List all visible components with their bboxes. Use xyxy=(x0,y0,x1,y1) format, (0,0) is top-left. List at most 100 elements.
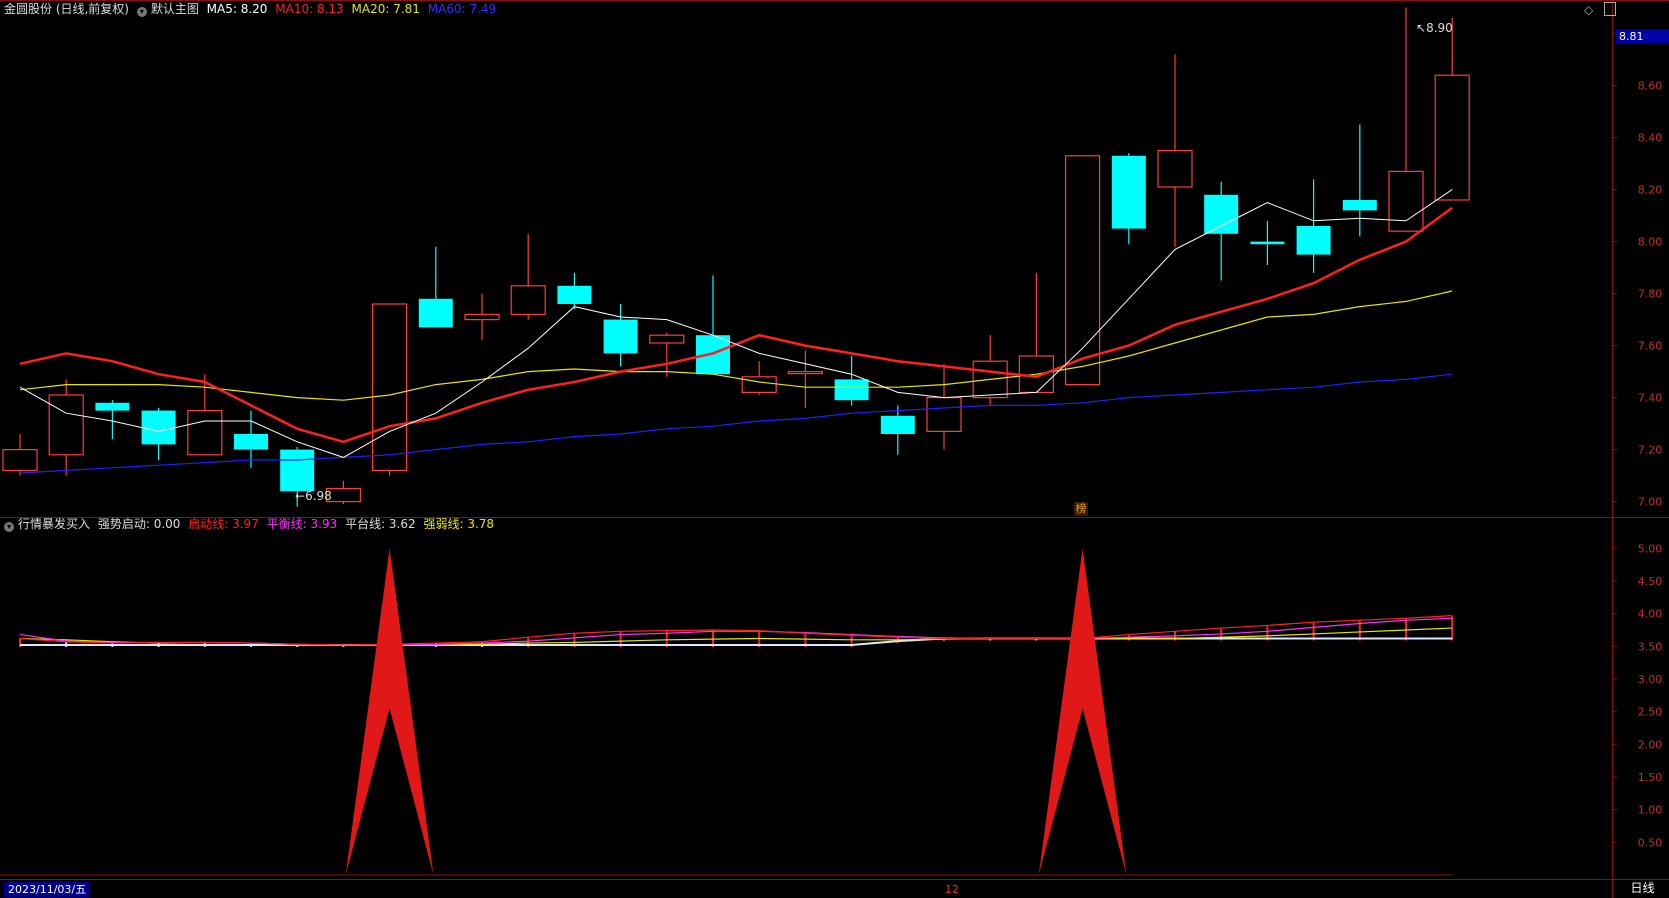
y-tick-label: 5.00 xyxy=(1638,542,1663,555)
candle xyxy=(1342,124,1377,237)
signal-spike xyxy=(1038,548,1127,875)
candle-body xyxy=(2,449,38,472)
ma10-line xyxy=(19,206,1453,444)
candle xyxy=(1250,220,1285,265)
signal-spike xyxy=(345,548,434,875)
ptx-legend: 平台线: 3.62 xyxy=(345,517,416,531)
y-tick-label: 0.50 xyxy=(1638,836,1663,849)
candle-body xyxy=(372,303,408,471)
candle xyxy=(787,350,824,408)
ma5-legend: MA5: 8.20 xyxy=(206,2,268,16)
chevron-down-icon[interactable]: ▾ xyxy=(136,7,147,17)
candle-body xyxy=(741,376,777,393)
candle-body xyxy=(557,285,592,304)
y-tick-label: 8.20 xyxy=(1638,184,1663,197)
candle-body xyxy=(187,410,223,456)
candle xyxy=(1388,7,1424,232)
candle xyxy=(1111,153,1146,245)
candle-body xyxy=(280,449,315,492)
qdqd-legend: 强势启动: 0.00 xyxy=(97,517,181,531)
candle xyxy=(834,356,869,406)
candle-body xyxy=(1064,155,1101,386)
candle-body xyxy=(1204,194,1239,234)
window-icon[interactable] xyxy=(1604,2,1616,16)
y-tick-label: 7.00 xyxy=(1638,496,1663,509)
candle-body xyxy=(696,335,730,375)
candle-body xyxy=(649,334,685,344)
y-tick-label: 4.50 xyxy=(1638,575,1663,588)
y-tick-label: 3.00 xyxy=(1638,673,1663,686)
candle-body xyxy=(1111,155,1146,229)
y-tick-label: 7.60 xyxy=(1638,340,1663,353)
indicator-name[interactable]: 行情暴发买入 xyxy=(18,517,90,531)
diamond-icon[interactable]: ◇ xyxy=(1584,3,1593,17)
phx-legend: 平衡线: 3.93 xyxy=(266,517,338,531)
y-tick-label: 2.00 xyxy=(1638,738,1663,751)
candle-body xyxy=(880,415,915,434)
candle xyxy=(48,379,84,476)
date-label: 2023/11/03/五 xyxy=(4,882,91,897)
candle-body xyxy=(48,394,84,456)
candle-body xyxy=(510,285,546,315)
y-tick-label: 2.50 xyxy=(1638,706,1663,719)
y-tick-label: 8.40 xyxy=(1638,132,1663,145)
candle xyxy=(510,233,546,320)
candle xyxy=(880,405,915,455)
low-price-label: ←6.98 xyxy=(295,489,332,503)
platform-line xyxy=(20,637,1453,647)
y-tick-label: 7.80 xyxy=(1638,288,1663,301)
candle-body xyxy=(834,379,869,401)
candle xyxy=(141,408,176,460)
start-line xyxy=(19,615,1453,646)
candle xyxy=(1157,54,1193,247)
candle xyxy=(557,272,592,310)
candle xyxy=(2,434,38,476)
last-price-tag: 8.81 xyxy=(1616,29,1669,44)
ma20-legend: MA20: 7.81 xyxy=(351,2,420,16)
candle-body xyxy=(1434,74,1470,201)
candle xyxy=(372,303,408,476)
candle xyxy=(464,293,500,341)
qrx-legend: 强弱线: 3.78 xyxy=(423,517,495,531)
y-tick-label: 7.20 xyxy=(1638,444,1663,457)
month-label: 12 xyxy=(945,883,959,896)
y-tick-label: 1.00 xyxy=(1638,804,1663,817)
y-tick-label: 8.60 xyxy=(1638,80,1663,93)
candle xyxy=(418,246,453,328)
candle xyxy=(603,304,638,367)
candle xyxy=(741,361,777,395)
candle xyxy=(95,400,130,440)
candle xyxy=(1064,155,1101,386)
candle-body xyxy=(1388,170,1424,232)
candle xyxy=(1204,181,1239,281)
ma10-legend: MA10: 8.13 xyxy=(275,2,344,16)
candle xyxy=(1434,18,1470,201)
candle-body xyxy=(1296,226,1331,255)
candle-body xyxy=(95,402,130,411)
candle-body xyxy=(603,319,638,354)
indicator-header: ▾ 行情暴发买入 强势启动: 0.00 启动线: 3.97 平衡线: 3.93 平… xyxy=(4,516,498,532)
candle-body xyxy=(1342,200,1377,211)
candle-body xyxy=(787,371,824,375)
chevron-down-icon[interactable]: ▾ xyxy=(4,522,14,532)
high-price-label: ↖8.90 xyxy=(1416,21,1453,35)
candle xyxy=(649,332,685,377)
stock-title[interactable]: 金圆股份 (日线,前复权) xyxy=(4,2,129,16)
y-tick-label: 7.40 xyxy=(1638,392,1663,405)
event-marker[interactable]: 榜 xyxy=(1074,502,1088,516)
y-tick-label: 3.50 xyxy=(1638,640,1663,653)
template-name[interactable]: 默认主图 xyxy=(151,2,199,16)
chart-canvas[interactable]: 8.808.608.408.208.007.807.607.407.207.00… xyxy=(0,0,1669,898)
candle-body xyxy=(418,298,453,328)
y-tick-label: 1.50 xyxy=(1638,771,1663,784)
period-tab[interactable]: 日线 xyxy=(1616,880,1669,897)
y-tick-label: 8.00 xyxy=(1638,236,1663,249)
balance-line xyxy=(19,617,1453,646)
candle-body xyxy=(464,313,500,321)
candle xyxy=(234,410,268,468)
candle xyxy=(696,275,730,375)
ma60-line xyxy=(19,373,1453,474)
candle-body xyxy=(926,397,962,433)
candle-body xyxy=(1157,150,1193,188)
ma60-legend: MA60: 7.49 xyxy=(427,2,497,16)
